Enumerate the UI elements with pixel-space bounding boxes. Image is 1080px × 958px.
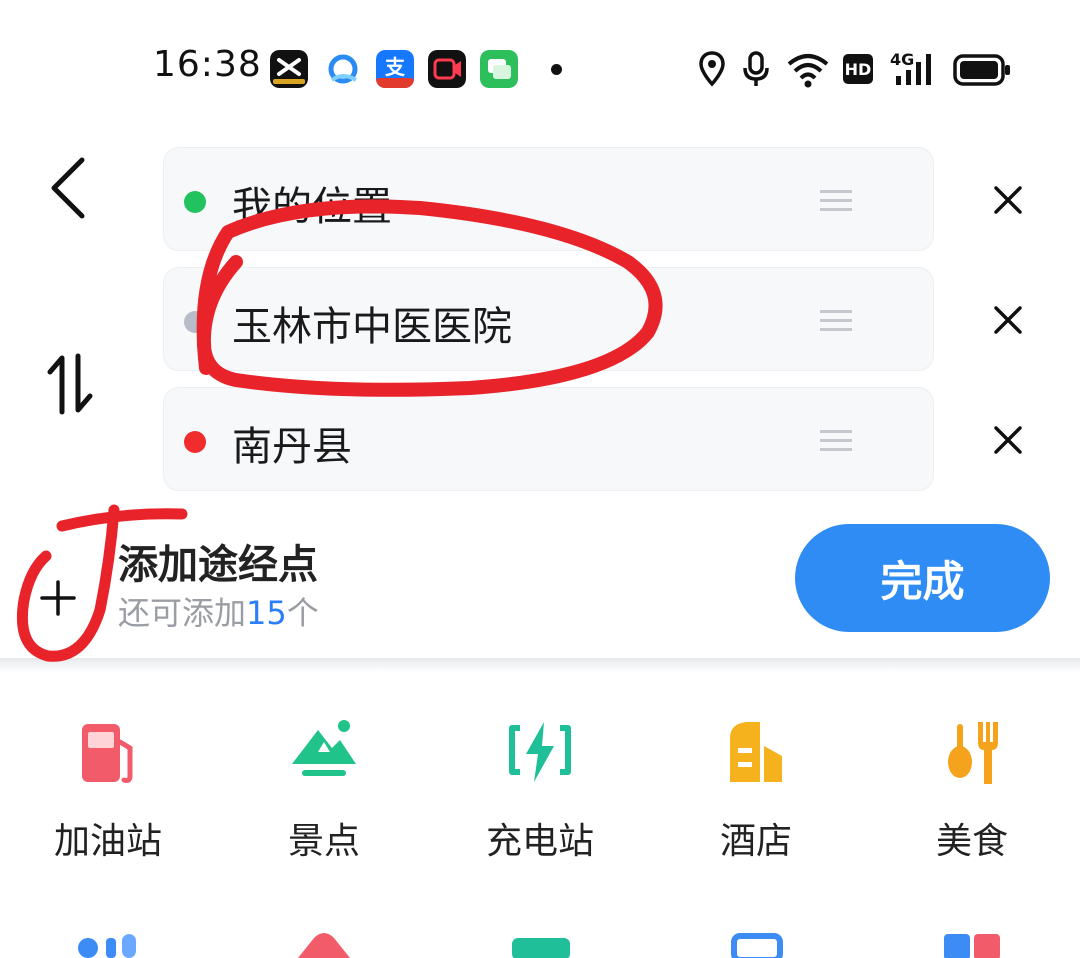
- svg-text:支: 支: [385, 55, 406, 79]
- location-icon: [699, 51, 725, 87]
- subtitle-suffix: 个: [286, 594, 319, 632]
- notification-dot: [551, 64, 562, 75]
- category-charging-station[interactable]: 充电站: [440, 712, 640, 872]
- category-label: 景点: [287, 821, 360, 862]
- category-label: 酒店: [719, 821, 792, 862]
- route-destination-label: 南丹县: [232, 424, 352, 470]
- route-waypoint-label: 玉林市中医医院: [232, 304, 512, 350]
- waypoint-dot: [184, 311, 206, 333]
- category-scenic-spot[interactable]: 景点: [224, 712, 424, 872]
- video-recorder-icon: [428, 50, 466, 88]
- signal-strength-icon: [896, 54, 931, 85]
- route-destination-field[interactable]: 南丹县: [163, 387, 934, 491]
- route-waypoint-field[interactable]: 玉林市中医医院: [163, 267, 934, 371]
- scenic-spot-icon: [292, 720, 356, 776]
- back-button[interactable]: [40, 150, 100, 230]
- destination-dot: [184, 431, 206, 453]
- charging-station-icon: [509, 722, 571, 782]
- capcut-icon: [270, 50, 308, 88]
- battery-icon: [953, 54, 1010, 86]
- drag-handle-icon[interactable]: [820, 188, 852, 214]
- remove-waypoint-button[interactable]: [984, 296, 1032, 344]
- hotel-icon: [730, 722, 782, 782]
- route-start-label: 我的位置: [232, 184, 392, 230]
- category-label: 美食: [935, 821, 1008, 862]
- qq-browser-icon: [324, 50, 362, 88]
- hd-voice-icon: HD: [843, 54, 873, 84]
- panel-divider: [0, 658, 1080, 672]
- messages-icon: [480, 50, 518, 88]
- wifi-icon: [787, 54, 829, 88]
- drag-handle-icon[interactable]: [820, 428, 852, 454]
- remove-start-button[interactable]: [984, 176, 1032, 224]
- drag-handle-icon[interactable]: [820, 308, 852, 334]
- category-hotel[interactable]: 酒店: [656, 712, 856, 872]
- category-label: 加油站: [53, 821, 162, 862]
- remove-destination-button[interactable]: [984, 416, 1032, 464]
- gas-station-icon: [82, 724, 133, 783]
- add-waypoint-button[interactable]: 添加途经点 还可添加15个: [0, 520, 760, 640]
- status-bar: 16:38 支 HD 4G: [0, 0, 1080, 130]
- add-waypoint-subtitle: 还可添加15个: [118, 588, 319, 634]
- microphone-icon: [743, 51, 769, 86]
- status-time: 16:38: [153, 44, 262, 85]
- swap-route-button[interactable]: [44, 352, 104, 416]
- category-gas-station[interactable]: 加油站: [8, 712, 208, 872]
- route-start-field[interactable]: 我的位置: [163, 147, 934, 251]
- start-dot: [184, 191, 206, 213]
- plus-icon: [40, 580, 76, 616]
- done-button[interactable]: 完成: [795, 524, 1050, 632]
- food-icon: [948, 722, 998, 784]
- add-waypoint-title: 添加途经点: [118, 542, 318, 588]
- subtitle-prefix: 还可添加: [118, 594, 247, 632]
- category-food[interactable]: 美食: [872, 712, 1072, 872]
- alipay-icon: 支: [376, 50, 414, 88]
- remaining-count: 15: [246, 594, 287, 632]
- category-label: 充电站: [485, 821, 594, 862]
